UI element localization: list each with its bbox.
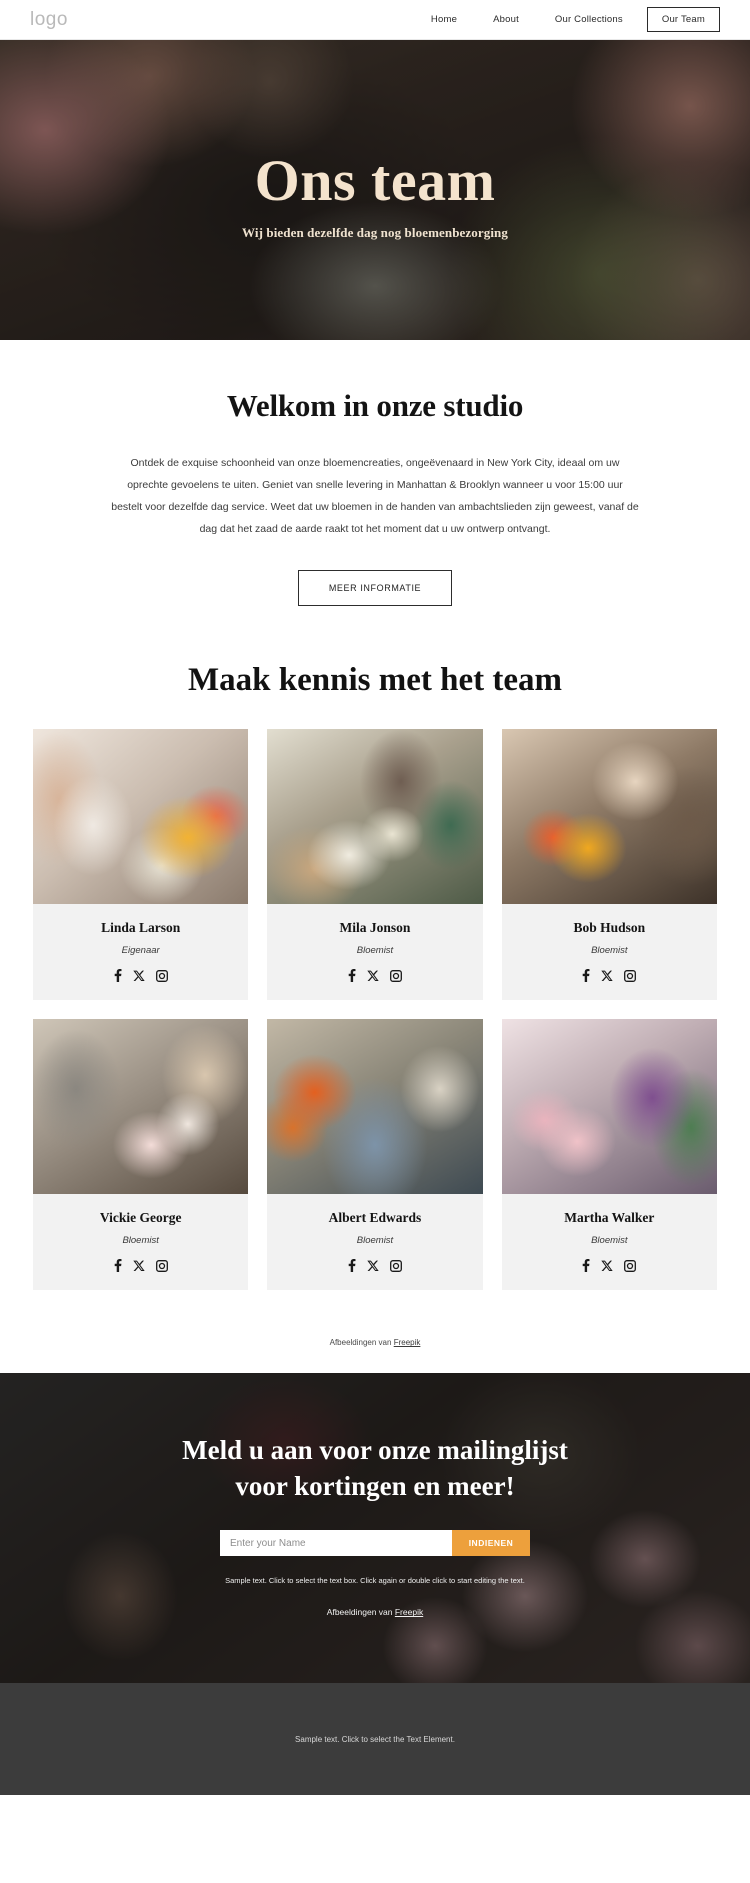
- member-social-links: [275, 1259, 474, 1273]
- instagram-icon[interactable]: [390, 1259, 402, 1272]
- member-role: Bloemist: [591, 1235, 628, 1247]
- member-info: Vickie George Bloemist: [33, 1194, 248, 1290]
- member-social-links: [510, 969, 709, 983]
- instagram-icon[interactable]: [624, 1259, 637, 1272]
- member-role: Bloemist: [122, 1235, 159, 1247]
- facebook-icon[interactable]: [582, 1259, 590, 1273]
- welcome-section: Welkom in onze studio Ontdek de exquise …: [0, 340, 750, 663]
- facebook-icon[interactable]: [348, 969, 356, 983]
- team-member-card[interactable]: Martha Walker Bloemist: [501, 1019, 717, 1291]
- member-name: Martha Walker: [564, 1210, 655, 1226]
- newsletter-title-line1: Meld u aan voor onze mailinglijst: [182, 1435, 568, 1466]
- team-member-card[interactable]: Bob Hudson Bloemist: [501, 729, 717, 1001]
- team-member-card[interactable]: Vickie George Bloemist: [33, 1019, 249, 1291]
- member-photo: [267, 729, 483, 905]
- member-name: Linda Larson: [101, 920, 181, 936]
- hero-banner: Ons team Wij bieden dezelfde dag nog blo…: [0, 40, 750, 340]
- instagram-icon[interactable]: [155, 969, 168, 982]
- member-social-links: [41, 1259, 240, 1273]
- x-twitter-icon[interactable]: [367, 970, 379, 982]
- team-section: Maak kennis met het team Linda Larson Ei…: [0, 662, 750, 1311]
- member-role: Bloemist: [356, 945, 394, 957]
- freepik-link[interactable]: Freepik: [395, 1607, 423, 1617]
- member-role: Bloemist: [356, 1235, 394, 1247]
- team-title: Maak kennis met het team: [188, 662, 562, 699]
- nav-item-our-collections[interactable]: Our Collections: [537, 8, 641, 31]
- more-information-button[interactable]: MEER INFORMATIE: [297, 570, 453, 607]
- main-navigation: Home About Our Collections Our Team: [413, 7, 720, 32]
- nav-item-about[interactable]: About: [475, 8, 537, 31]
- site-header: logo Home About Our Collections Our Team: [0, 0, 750, 40]
- nav-item-home[interactable]: Home: [413, 8, 475, 31]
- newsletter-section: Meld u aan voor onze mailinglijst voor k…: [0, 1373, 750, 1684]
- newsletter-note: Sample text. Click to select the text bo…: [225, 1576, 525, 1586]
- team-member-card[interactable]: Albert Edwards Bloemist: [267, 1019, 483, 1291]
- member-info: Bob Hudson Bloemist: [502, 904, 717, 1000]
- hero-content: Ons team Wij bieden dezelfde dag nog blo…: [0, 139, 750, 242]
- member-photo: [501, 729, 717, 905]
- member-role: Bloemist: [591, 945, 628, 957]
- facebook-icon[interactable]: [114, 969, 122, 983]
- x-twitter-icon[interactable]: [601, 1260, 613, 1272]
- x-twitter-icon[interactable]: [367, 1260, 379, 1272]
- member-name: Vickie George: [99, 1210, 182, 1226]
- facebook-icon[interactable]: [582, 969, 590, 983]
- credit-prefix: Afbeeldingen van: [326, 1607, 395, 1618]
- welcome-paragraph: Ontdek de exquise schoonheid van onze bl…: [111, 457, 639, 536]
- member-info: Albert Edwards Bloemist: [267, 1194, 482, 1290]
- team-grid: Linda Larson Eigenaar Mila Jonson Bloemi…: [0, 729, 750, 1291]
- hero-subtitle: Wij bieden dezelfde dag nog bloemenbezor…: [242, 225, 508, 241]
- facebook-icon[interactable]: [348, 1259, 356, 1273]
- newsletter-image-credit: Afbeeldingen van Freepik: [0, 1607, 750, 1617]
- team-member-card[interactable]: Mila Jonson Bloemist: [267, 729, 483, 1001]
- member-photo: [33, 729, 249, 905]
- footer-text: Sample text. Click to select the Text El…: [295, 1734, 455, 1744]
- newsletter-content: Meld u aan voor onze mailinglijst voor k…: [0, 1373, 750, 1617]
- name-input[interactable]: [220, 1530, 452, 1557]
- hero-title: Ons team: [254, 147, 496, 213]
- freepik-link[interactable]: Freepik: [394, 1338, 421, 1347]
- newsletter-title: Meld u aan voor onze mailinglijst voor k…: [0, 1433, 750, 1504]
- member-social-links: [41, 969, 240, 983]
- x-twitter-icon[interactable]: [132, 1260, 145, 1272]
- newsletter-form: INDIENEN: [220, 1530, 530, 1557]
- member-photo: [267, 1019, 483, 1195]
- team-member-card[interactable]: Linda Larson Eigenaar: [33, 729, 249, 1001]
- member-name: Bob Hudson: [573, 920, 646, 936]
- newsletter-title-line2: voor kortingen en meer!: [235, 1470, 515, 1501]
- member-social-links: [275, 969, 474, 983]
- instagram-icon[interactable]: [390, 969, 402, 982]
- instagram-icon[interactable]: [624, 969, 637, 982]
- member-info: Mila Jonson Bloemist: [267, 904, 482, 1000]
- site-footer: Sample text. Click to select the Text El…: [0, 1683, 750, 1796]
- instagram-icon[interactable]: [155, 1259, 168, 1272]
- welcome-title: Welkom in onze studio: [226, 388, 524, 423]
- member-info: Linda Larson Eigenaar: [33, 904, 248, 1000]
- nav-item-our-team[interactable]: Our Team: [646, 7, 720, 32]
- member-name: Albert Edwards: [328, 1210, 422, 1226]
- credit-prefix: Afbeeldingen van: [329, 1338, 394, 1348]
- member-role: Eigenaar: [121, 945, 160, 957]
- submit-button[interactable]: INDIENEN: [452, 1530, 530, 1557]
- member-info: Martha Walker Bloemist: [502, 1194, 717, 1290]
- member-social-links: [510, 1259, 709, 1273]
- x-twitter-icon[interactable]: [601, 970, 613, 982]
- x-twitter-icon[interactable]: [132, 970, 145, 982]
- member-photo: [33, 1019, 249, 1195]
- member-photo: [501, 1019, 717, 1195]
- team-image-credit: Afbeeldingen van Freepik: [0, 1310, 750, 1374]
- member-name: Mila Jonson: [339, 920, 411, 936]
- facebook-icon[interactable]: [114, 1259, 122, 1273]
- site-logo[interactable]: logo: [30, 9, 68, 31]
